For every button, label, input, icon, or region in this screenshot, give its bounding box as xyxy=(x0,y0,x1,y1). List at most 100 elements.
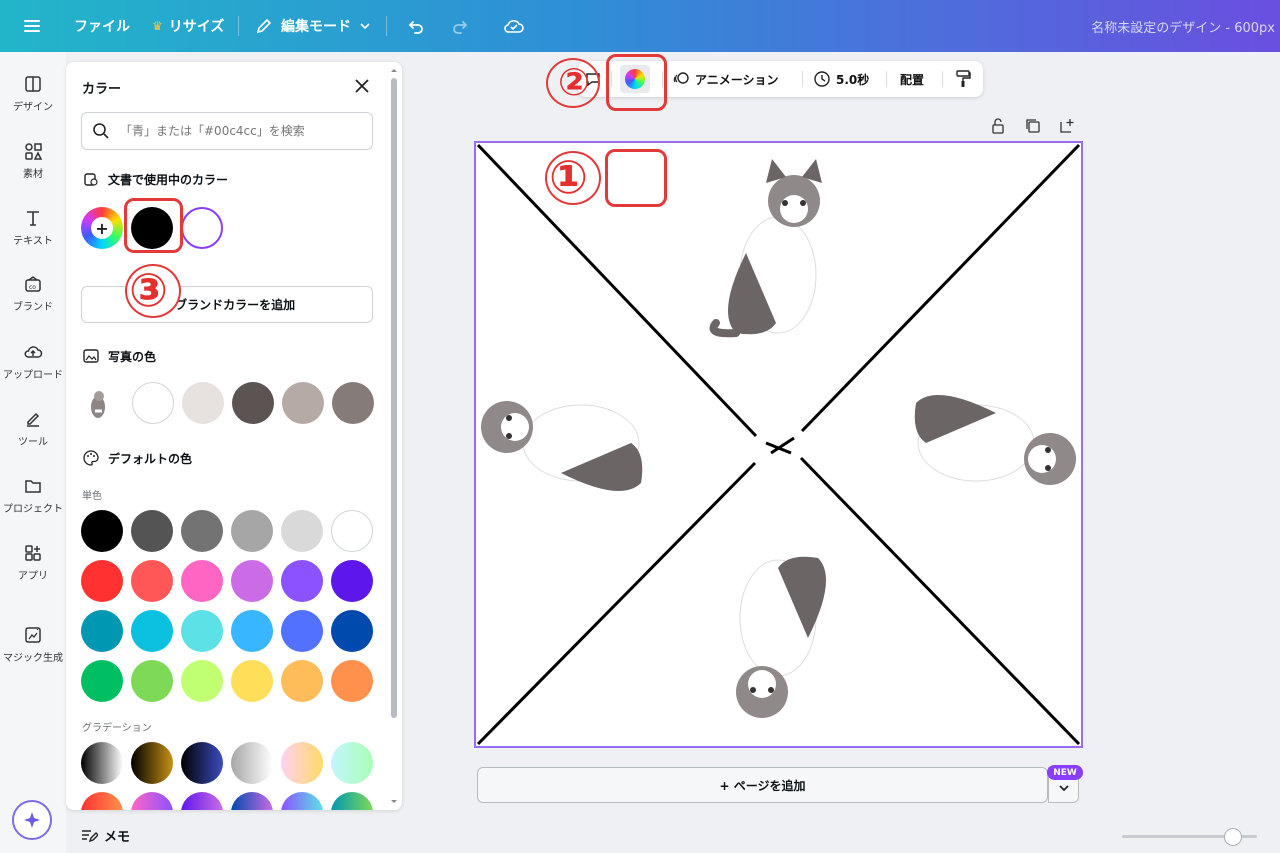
document-title[interactable]: 名称未設定のデザイン - 600px × xyxy=(1091,0,1280,52)
solid-color-swatch[interactable] xyxy=(131,660,173,702)
photo-thumbnail[interactable] xyxy=(84,387,112,421)
notes-button[interactable]: メモ xyxy=(80,826,130,845)
gradient-color-swatch[interactable] xyxy=(81,742,123,784)
solid-color-swatch[interactable] xyxy=(181,660,223,702)
gradient-color-swatch[interactable] xyxy=(131,792,173,810)
gradient-color-swatch[interactable] xyxy=(181,792,223,810)
annotation-box-element xyxy=(605,149,667,207)
gradient-color-swatch[interactable] xyxy=(81,792,123,810)
gradient-color-swatch[interactable] xyxy=(231,742,273,784)
rail-item-projects[interactable]: プロジェクト xyxy=(0,476,66,515)
position-button[interactable]: 配置 xyxy=(900,61,924,97)
kitten-left xyxy=(481,401,643,491)
solid-color-swatch[interactable] xyxy=(81,660,123,702)
duration-button[interactable]: 5.0秒 xyxy=(813,61,869,97)
solid-color-swatch[interactable] xyxy=(81,560,123,602)
kitten-top xyxy=(709,159,822,338)
doc-colors-heading: 文書で使用中のカラー xyxy=(82,170,228,188)
gradient-color-swatch[interactable] xyxy=(231,792,273,810)
chevron-down-icon xyxy=(360,23,370,30)
photo-color-swatch[interactable] xyxy=(332,382,374,424)
rail-item-apps[interactable]: アプリ xyxy=(0,543,66,582)
brand-icon: co xyxy=(25,276,41,292)
solid-color-swatch[interactable] xyxy=(81,610,123,652)
rail-item-design[interactable]: デザイン xyxy=(0,74,66,113)
solid-color-swatch[interactable] xyxy=(181,560,223,602)
duration-label: 5.0秒 xyxy=(836,72,870,87)
solid-color-swatch[interactable] xyxy=(281,560,323,602)
duplicate-page-icon[interactable] xyxy=(1024,117,1042,137)
gradient-color-swatch[interactable] xyxy=(181,742,223,784)
gradient-color-swatch[interactable] xyxy=(331,742,373,784)
color-search-input[interactable] xyxy=(120,113,368,149)
gradient-color-swatch[interactable] xyxy=(281,792,323,810)
solid-color-swatch[interactable] xyxy=(281,660,323,702)
rail-item-upload[interactable]: アップロード xyxy=(0,342,66,381)
solid-color-swatch[interactable] xyxy=(81,510,123,552)
resize-button[interactable]: ♛ リサイズ xyxy=(152,0,224,52)
add-color-button[interactable]: + xyxy=(81,207,123,249)
zoom-slider-handle[interactable] xyxy=(1224,828,1242,846)
elements-icon xyxy=(25,143,43,160)
pencil-icon xyxy=(256,18,272,34)
crown-icon: ♛ xyxy=(152,19,163,33)
lock-icon[interactable] xyxy=(990,117,1006,137)
photo-color-swatch[interactable] xyxy=(232,382,274,424)
rail-item-tools[interactable]: ツール xyxy=(0,409,66,448)
animation-button[interactable]: アニメーション xyxy=(672,61,779,97)
photo-color-swatch[interactable] xyxy=(282,382,324,424)
add-page-button[interactable]: + ページを追加 xyxy=(477,767,1048,803)
solid-color-swatch[interactable] xyxy=(331,660,373,702)
upload-icon xyxy=(24,346,43,358)
solid-color-swatch[interactable] xyxy=(131,610,173,652)
solid-color-swatch[interactable] xyxy=(131,560,173,602)
photo-color-swatch[interactable] xyxy=(182,382,224,424)
gradient-color-swatch[interactable] xyxy=(331,792,373,810)
gradient-color-swatch[interactable] xyxy=(281,742,323,784)
magic-assistant-button[interactable] xyxy=(12,800,52,840)
new-badge: NEW xyxy=(1047,765,1083,780)
design-canvas[interactable] xyxy=(474,141,1083,748)
solid-color-swatch[interactable] xyxy=(131,510,173,552)
annotation-box-black-swatch xyxy=(124,198,183,253)
clock-icon xyxy=(814,71,830,87)
solid-color-swatch[interactable] xyxy=(231,560,273,602)
photo-colors-heading: 写真の色 xyxy=(82,347,156,365)
doc-color-swatch[interactable] xyxy=(181,207,223,249)
solid-color-swatch[interactable] xyxy=(231,510,273,552)
rail-item-magic-media[interactable]: マジック生成 xyxy=(0,625,66,664)
solid-color-swatch[interactable] xyxy=(281,510,323,552)
rail-item-elements[interactable]: 素材 xyxy=(0,141,66,180)
undo-icon[interactable] xyxy=(406,0,426,52)
rail-label: アプリ xyxy=(18,571,48,582)
cloud-saved-icon[interactable] xyxy=(503,0,525,52)
redo-icon[interactable] xyxy=(450,0,470,52)
rail-label: プロジェクト xyxy=(3,504,63,515)
animation-icon xyxy=(673,72,689,84)
menu-icon[interactable] xyxy=(22,0,42,52)
solid-color-swatch[interactable] xyxy=(281,610,323,652)
rail-label: 素材 xyxy=(23,169,43,180)
solid-color-swatch[interactable] xyxy=(181,610,223,652)
panel-scrollbar[interactable] xyxy=(390,66,398,806)
resize-label: リサイズ xyxy=(168,19,225,35)
solid-color-swatch[interactable] xyxy=(181,510,223,552)
tools-icon xyxy=(27,412,40,427)
file-menu[interactable]: ファイル xyxy=(74,0,130,52)
photo-color-swatch[interactable] xyxy=(132,382,174,424)
paint-roller-icon[interactable] xyxy=(954,61,972,97)
add-page-icon[interactable] xyxy=(1058,117,1076,137)
solid-color-swatch[interactable] xyxy=(231,660,273,702)
rail-item-text[interactable]: テキスト xyxy=(0,208,66,247)
solid-color-swatch[interactable] xyxy=(331,560,373,602)
solid-color-swatch[interactable] xyxy=(331,510,373,552)
close-icon[interactable] xyxy=(352,76,372,96)
chevron-down-icon xyxy=(1059,785,1069,792)
edit-mode-dropdown[interactable]: 編集モード xyxy=(255,0,371,52)
rail-item-brand[interactable]: co ブランド xyxy=(0,274,66,313)
gradient-color-swatch[interactable] xyxy=(131,742,173,784)
color-panel: カラー 文書で使用中のカラー + ＋ ブランドカラーを追加 写真の色 デフォルト… xyxy=(66,62,402,810)
solid-color-swatch[interactable] xyxy=(231,610,273,652)
scrollbar-thumb[interactable] xyxy=(391,78,397,718)
solid-color-swatch[interactable] xyxy=(331,610,373,652)
